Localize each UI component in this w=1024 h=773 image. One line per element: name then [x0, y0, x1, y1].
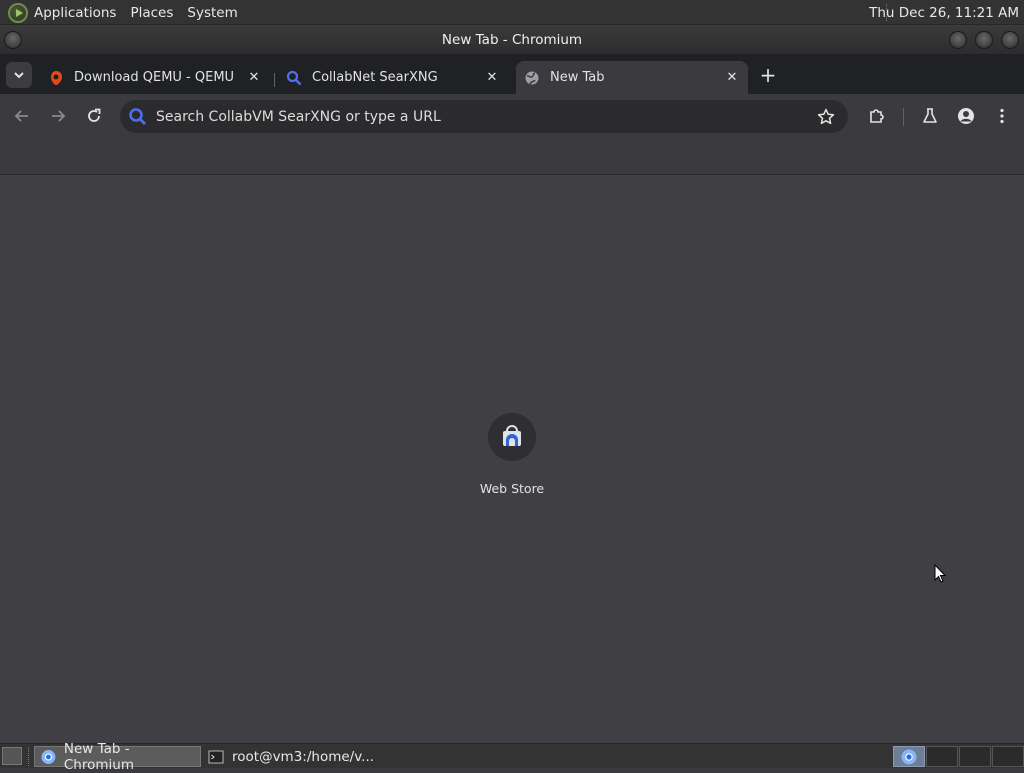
panel-menus: Applications Places System [8, 0, 252, 25]
bookmark-bar [0, 140, 1024, 175]
shortcut-tile[interactable] [488, 413, 536, 461]
minimize-button[interactable] [949, 31, 967, 49]
chromium-icon [901, 749, 917, 765]
tab-new-tab[interactable]: New Tab ✕ [516, 61, 748, 94]
tab-close-button[interactable]: ✕ [246, 70, 262, 86]
distro-logo-icon[interactable] [8, 2, 28, 23]
task-chromium[interactable]: New Tab - Chromium [34, 741, 201, 773]
tab-collabnet-searxng[interactable]: CollabNet SearXNG ✕ [278, 61, 508, 94]
tab-label: New Tab [550, 70, 605, 85]
arrow-right-icon [52, 110, 66, 122]
reload-icon [88, 108, 101, 122]
toolbar-separator [903, 108, 904, 126]
menu-applications[interactable]: Applications [34, 5, 116, 21]
labs-button[interactable] [915, 101, 945, 131]
clock[interactable]: Thu Dec 26, 11:21 AM [869, 0, 1019, 25]
new-tab-page: Web Store [0, 175, 1024, 743]
tab-divider [274, 73, 275, 87]
mouse-cursor-icon [934, 564, 946, 583]
new-tab-button[interactable]: + [756, 64, 780, 88]
profile-button[interactable] [951, 101, 981, 131]
flask-icon [923, 108, 937, 123]
window-title: New Tab - Chromium [441, 32, 583, 48]
search-icon [129, 107, 146, 125]
show-desktop-icon[interactable] [2, 747, 22, 765]
workspace-3[interactable] [959, 746, 991, 767]
shortcut-label: Web Store [479, 481, 545, 496]
close-window-button[interactable] [1001, 31, 1019, 49]
chromium-icon [41, 749, 56, 764]
shortcut-web-store[interactable]: Web Store [472, 413, 552, 496]
globe-icon [525, 71, 539, 84]
tab-label: Download QEMU - QEMU [74, 70, 235, 85]
extensions-button[interactable] [862, 101, 892, 131]
reload-button[interactable] [79, 101, 109, 131]
taskbar-separator [28, 747, 31, 766]
browser-toolbar [0, 94, 1024, 140]
tab-search-button[interactable] [6, 62, 32, 88]
omnibox-input[interactable] [156, 108, 796, 125]
workspace-1[interactable] [893, 746, 925, 767]
workspace-4[interactable] [992, 746, 1024, 767]
forward-button[interactable] [43, 101, 73, 131]
workspace-2[interactable] [926, 746, 958, 767]
more-vertical-icon [1000, 108, 1004, 124]
qemu-icon [51, 70, 62, 85]
tab-download-qemu[interactable]: Download QEMU - QEMU ✕ [40, 61, 270, 94]
menu-places[interactable]: Places [130, 5, 173, 21]
chevron-down-icon [14, 72, 24, 79]
terminal-icon [208, 750, 224, 763]
tab-label: CollabNet SearXNG [312, 70, 438, 85]
omnibox[interactable] [120, 100, 848, 133]
search-icon [286, 70, 302, 85]
profile-icon [958, 108, 974, 124]
tab-close-button[interactable]: ✕ [484, 70, 500, 86]
arrow-left-icon [14, 110, 28, 122]
bookmark-star-icon[interactable] [816, 107, 836, 127]
top-panel: Applications Places System Thu Dec 26, 1… [0, 0, 1024, 25]
tab-strip: Download QEMU - QEMU ✕ CollabNet SearXNG… [0, 54, 1024, 94]
task-label: root@vm3:/home/v... [232, 748, 375, 765]
menu-button[interactable] [987, 101, 1017, 131]
task-terminal[interactable]: root@vm3:/home/v... [202, 746, 382, 767]
menu-system[interactable]: System [187, 5, 237, 21]
puzzle-piece-icon [870, 109, 884, 123]
tab-close-button[interactable]: ✕ [724, 70, 740, 86]
web-store-icon [503, 425, 521, 446]
back-button[interactable] [7, 101, 37, 131]
bottom-taskbar: New Tab - Chromium root@vm3:/home/v... [0, 741, 1024, 773]
maximize-button[interactable] [975, 31, 993, 49]
window-titlebar[interactable]: New Tab - Chromium [0, 26, 1024, 54]
